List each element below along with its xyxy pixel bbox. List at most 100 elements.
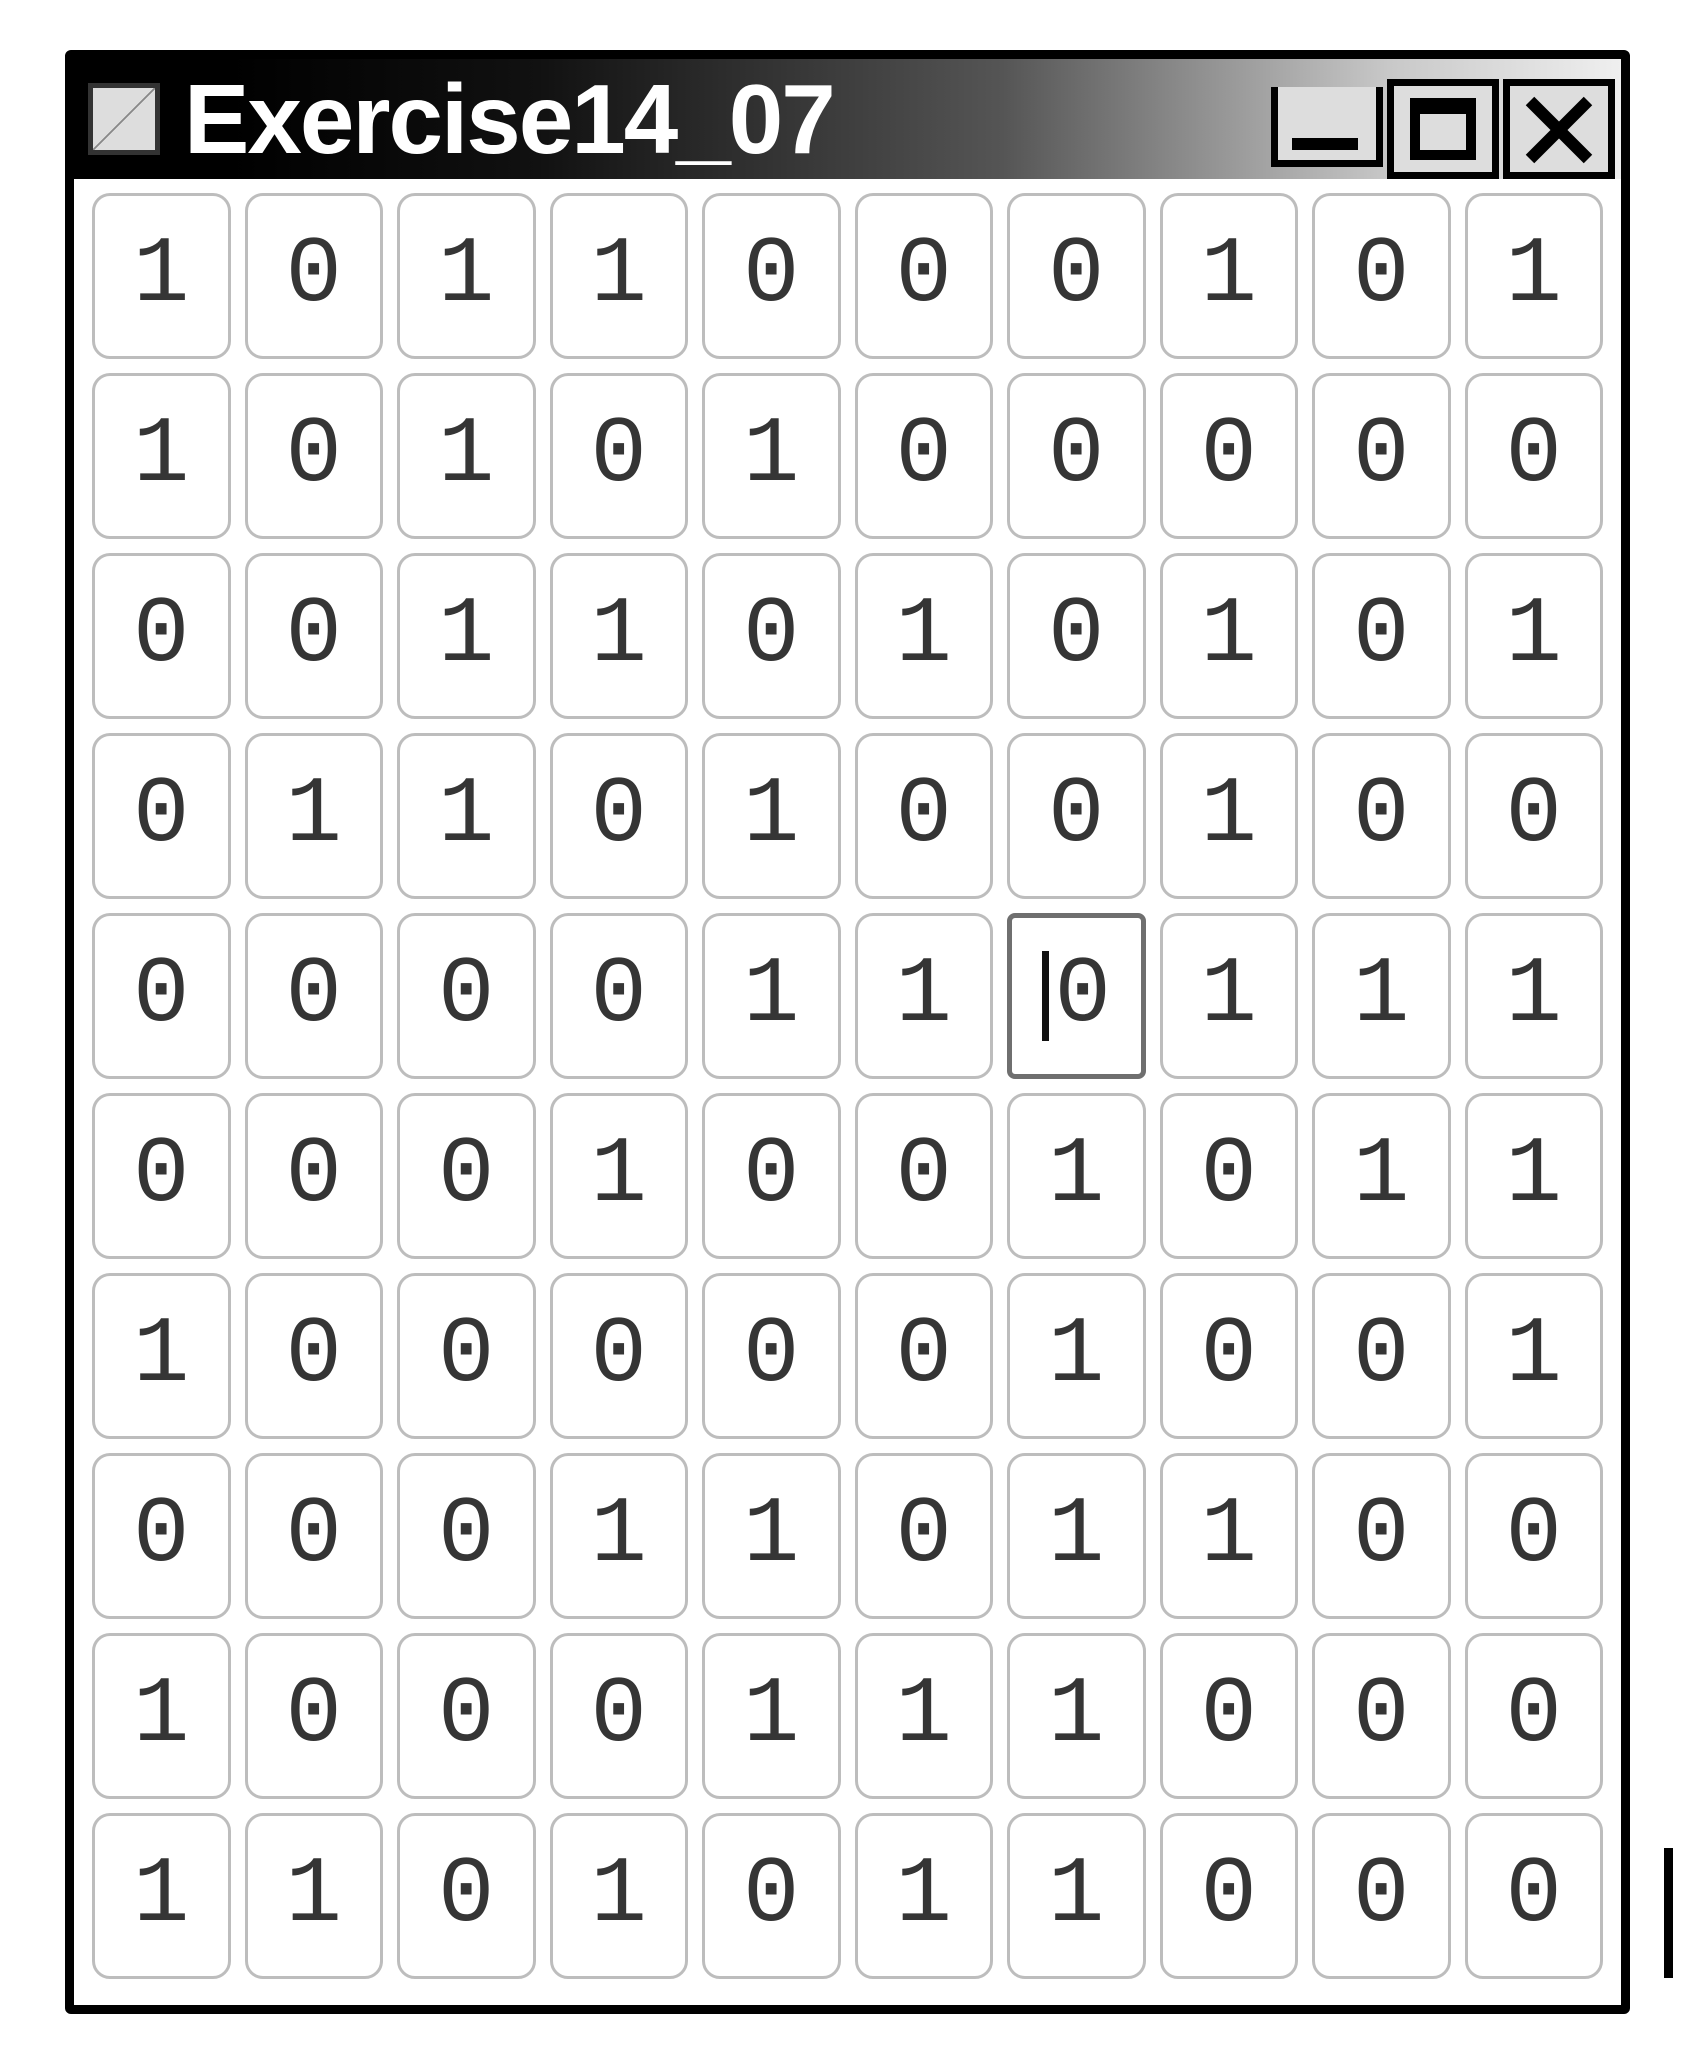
grid-cell[interactable]: 0: [92, 1453, 231, 1619]
grid-cell[interactable]: 0: [1312, 553, 1451, 719]
grid-cell[interactable]: 1: [855, 913, 994, 1079]
grid-cell[interactable]: 0: [92, 913, 231, 1079]
grid-cell[interactable]: 0: [702, 1093, 841, 1259]
grid-cell[interactable]: 0: [397, 913, 536, 1079]
grid-cell[interactable]: 0: [702, 1813, 841, 1979]
grid-cell[interactable]: 0: [1312, 193, 1451, 359]
grid-cell[interactable]: 0: [92, 1093, 231, 1259]
grid-cell[interactable]: 1: [1312, 913, 1451, 1079]
grid-cell[interactable]: 1: [92, 1813, 231, 1979]
grid-cell[interactable]: 0: [1160, 1093, 1299, 1259]
grid-cell[interactable]: 0: [550, 913, 689, 1079]
grid-cell[interactable]: 1: [1160, 193, 1299, 359]
grid-cell[interactable]: 1: [245, 733, 384, 899]
grid-cell[interactable]: 0: [1160, 1813, 1299, 1979]
grid-cell[interactable]: 0: [550, 1273, 689, 1439]
grid-cell[interactable]: 1: [550, 553, 689, 719]
grid-cell[interactable]: 1: [1007, 1273, 1146, 1439]
grid-cell[interactable]: 0: [1007, 553, 1146, 719]
grid-cell[interactable]: 1: [702, 1453, 841, 1619]
grid-cell[interactable]: 0: [397, 1813, 536, 1979]
grid-cell[interactable]: 0: [397, 1453, 536, 1619]
grid-cell[interactable]: 0: [550, 733, 689, 899]
grid-cell[interactable]: 0: [245, 193, 384, 359]
grid-cell[interactable]: 0: [245, 1453, 384, 1619]
grid-cell[interactable]: 0: [1007, 913, 1146, 1079]
grid-cell[interactable]: 0: [855, 1093, 994, 1259]
app-system-icon[interactable]: [88, 83, 160, 155]
grid-cell[interactable]: 0: [92, 733, 231, 899]
grid-cell[interactable]: 1: [1465, 913, 1604, 1079]
grid-cell[interactable]: 0: [702, 553, 841, 719]
grid-cell[interactable]: 1: [1465, 1273, 1604, 1439]
grid-cell[interactable]: 0: [1465, 373, 1604, 539]
grid-cell[interactable]: 0: [1465, 733, 1604, 899]
grid-cell[interactable]: 0: [1465, 1813, 1604, 1979]
grid-cell[interactable]: 0: [1465, 1633, 1604, 1799]
grid-cell[interactable]: 0: [1007, 733, 1146, 899]
grid-cell[interactable]: 0: [1312, 373, 1451, 539]
grid-cell[interactable]: 0: [245, 913, 384, 1079]
grid-cell[interactable]: 0: [550, 373, 689, 539]
grid-cell[interactable]: 0: [1312, 733, 1451, 899]
grid-cell[interactable]: 1: [397, 373, 536, 539]
grid-cell[interactable]: 0: [855, 193, 994, 359]
grid-cell[interactable]: 0: [1312, 1813, 1451, 1979]
grid-cell[interactable]: 1: [1160, 1453, 1299, 1619]
grid-cell[interactable]: 1: [1312, 1093, 1451, 1259]
grid-cell[interactable]: 0: [245, 1633, 384, 1799]
grid-cell[interactable]: 0: [1007, 373, 1146, 539]
grid-cell[interactable]: 0: [245, 1093, 384, 1259]
grid-cell[interactable]: 0: [1312, 1273, 1451, 1439]
grid-cell[interactable]: 0: [245, 1273, 384, 1439]
grid-cell[interactable]: 0: [1160, 1633, 1299, 1799]
grid-cell[interactable]: 1: [397, 193, 536, 359]
grid-cell[interactable]: 0: [1007, 193, 1146, 359]
grid-cell[interactable]: 0: [397, 1273, 536, 1439]
grid-cell[interactable]: 1: [855, 1813, 994, 1979]
grid-cell[interactable]: 0: [702, 193, 841, 359]
grid-cell[interactable]: 0: [1465, 1453, 1604, 1619]
grid-cell[interactable]: 1: [702, 1633, 841, 1799]
grid-cell[interactable]: 1: [1007, 1633, 1146, 1799]
grid-cell[interactable]: 1: [245, 1813, 384, 1979]
grid-cell[interactable]: 0: [1312, 1453, 1451, 1619]
grid-cell[interactable]: 1: [1465, 193, 1604, 359]
grid-cell[interactable]: 0: [397, 1093, 536, 1259]
grid-cell[interactable]: 1: [855, 553, 994, 719]
grid-cell[interactable]: 1: [855, 1633, 994, 1799]
grid-cell[interactable]: 1: [92, 1633, 231, 1799]
grid-cell[interactable]: 0: [245, 553, 384, 719]
grid-cell[interactable]: 1: [1007, 1813, 1146, 1979]
grid-cell[interactable]: 1: [1007, 1453, 1146, 1619]
grid-cell[interactable]: 1: [1160, 553, 1299, 719]
close-button[interactable]: [1503, 79, 1615, 179]
grid-cell[interactable]: 0: [855, 1273, 994, 1439]
grid-cell[interactable]: 0: [1312, 1633, 1451, 1799]
grid-cell[interactable]: 1: [92, 1273, 231, 1439]
grid-cell[interactable]: 1: [92, 373, 231, 539]
grid-cell[interactable]: 1: [702, 913, 841, 1079]
minimize-button[interactable]: [1271, 87, 1383, 167]
grid-cell[interactable]: 0: [855, 1453, 994, 1619]
grid-cell[interactable]: 1: [702, 373, 841, 539]
grid-cell[interactable]: 1: [92, 193, 231, 359]
grid-cell[interactable]: 0: [1160, 373, 1299, 539]
grid-cell[interactable]: 0: [855, 733, 994, 899]
grid-cell[interactable]: 0: [92, 553, 231, 719]
grid-cell[interactable]: 1: [397, 553, 536, 719]
grid-cell[interactable]: 1: [1465, 1093, 1604, 1259]
grid-cell[interactable]: 0: [855, 373, 994, 539]
grid-cell[interactable]: 0: [550, 1633, 689, 1799]
grid-cell[interactable]: 0: [397, 1633, 536, 1799]
grid-cell[interactable]: 0: [1160, 1273, 1299, 1439]
grid-cell[interactable]: 1: [1465, 553, 1604, 719]
grid-cell[interactable]: 1: [1160, 913, 1299, 1079]
grid-cell[interactable]: 1: [1160, 733, 1299, 899]
grid-cell[interactable]: 0: [245, 373, 384, 539]
title-bar[interactable]: Exercise14_07: [74, 59, 1621, 179]
grid-cell[interactable]: 1: [1007, 1093, 1146, 1259]
grid-cell[interactable]: 1: [550, 1453, 689, 1619]
grid-cell[interactable]: 1: [550, 1813, 689, 1979]
grid-cell[interactable]: 1: [550, 193, 689, 359]
